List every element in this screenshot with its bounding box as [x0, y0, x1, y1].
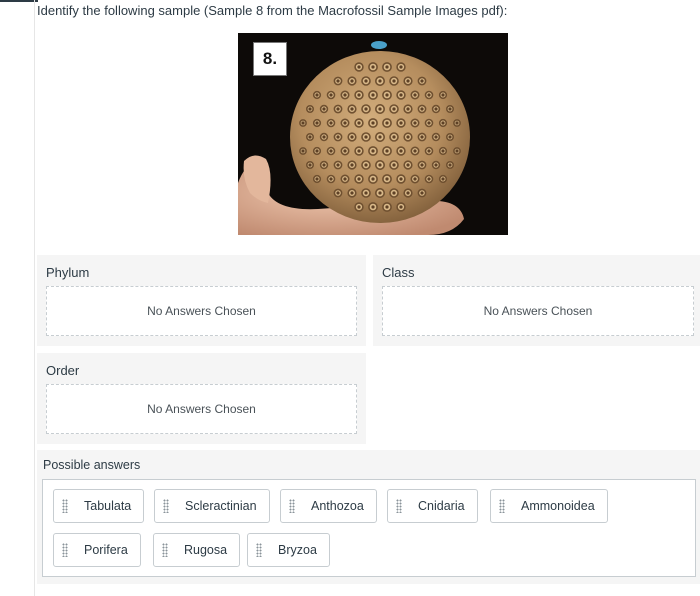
category-title: Phylum — [46, 265, 90, 280]
answer-chip-scleractinian[interactable]: Scleractinian — [154, 489, 270, 523]
drag-handle-icon[interactable] — [162, 543, 168, 557]
drag-handle-icon[interactable] — [163, 499, 169, 513]
phylum-drop-zone[interactable]: No Answers Chosen — [46, 286, 357, 336]
possible-answers-panel: Possible answers Tabulata Scleractinian … — [37, 450, 700, 584]
answer-label: Tabulata — [84, 499, 132, 513]
question-text: Identify the following sample (Sample 8 … — [37, 3, 508, 18]
category-title: Order — [46, 363, 80, 378]
possible-answers-title: Possible answers — [43, 458, 141, 472]
answer-chip-rugosa[interactable]: Rugosa — [153, 533, 241, 567]
order-drop-zone[interactable]: No Answers Chosen — [46, 384, 357, 434]
category-title: Class — [382, 265, 415, 280]
category-class: Class No Answers Chosen — [373, 255, 700, 346]
drag-handle-icon[interactable] — [289, 499, 295, 513]
answer-label: Bryzoa — [278, 543, 317, 557]
left-divider — [34, 0, 35, 596]
answer-chip-tabulata[interactable]: Tabulata — [53, 489, 145, 523]
drag-handle-icon[interactable] — [256, 543, 262, 557]
category-order: Order No Answers Chosen — [37, 353, 366, 444]
drag-handle-icon[interactable] — [62, 499, 68, 513]
answer-chip-porifera[interactable]: Porifera — [53, 533, 141, 567]
drag-handle-icon[interactable] — [396, 499, 402, 513]
class-drop-zone[interactable]: No Answers Chosen — [382, 286, 694, 336]
answer-label: Scleractinian — [185, 499, 257, 513]
drag-handle-icon[interactable] — [499, 499, 505, 513]
drag-handle-icon[interactable] — [62, 543, 68, 557]
answer-label: Cnidaria — [418, 499, 465, 513]
answer-chip-ammonoidea[interactable]: Ammonoidea — [490, 489, 608, 523]
top-accent-line — [0, 0, 38, 2]
sample-number-label: 8. — [253, 42, 287, 76]
answer-bank: Tabulata Scleractinian Anthozoa Cnidaria… — [42, 479, 696, 577]
answer-label: Porifera — [84, 543, 128, 557]
answer-chip-bryzoa[interactable]: Bryzoa — [247, 533, 330, 567]
answer-chip-cnidaria[interactable]: Cnidaria — [387, 489, 478, 523]
answer-label: Anthozoa — [311, 499, 364, 513]
category-phylum: Phylum No Answers Chosen — [37, 255, 366, 346]
answer-label: Ammonoidea — [521, 499, 595, 513]
fossil-sample-image: 8. — [238, 33, 508, 235]
answer-label: Rugosa — [184, 543, 228, 557]
answer-chip-anthozoa[interactable]: Anthozoa — [280, 489, 377, 523]
